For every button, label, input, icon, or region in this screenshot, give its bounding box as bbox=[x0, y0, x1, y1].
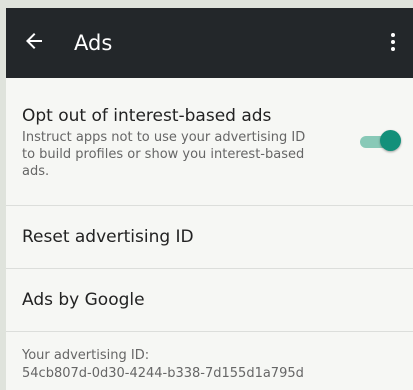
app-bar: Ads bbox=[6, 8, 413, 78]
page-title: Ads bbox=[74, 31, 113, 55]
reset-advertising-id-row[interactable]: Reset advertising ID bbox=[6, 206, 413, 269]
opt-out-setting-row[interactable]: Opt out of interest-based ads Instruct a… bbox=[6, 78, 413, 206]
more-vert-icon[interactable] bbox=[381, 30, 405, 54]
opt-out-summary: Instruct apps not to use your advertisin… bbox=[22, 130, 306, 179]
ads-by-google-row[interactable]: Ads by Google bbox=[6, 269, 413, 332]
advertising-id-value: 54cb807d-0d30-4244-b338-7d155d1a795d bbox=[22, 366, 304, 381]
ads-settings-screen: Ads Opt out of interest-based ads Instru… bbox=[6, 8, 413, 390]
ads-by-google-label: Ads by Google bbox=[22, 290, 145, 310]
opt-out-toggle[interactable] bbox=[360, 129, 401, 153]
opt-out-title: Opt out of interest-based ads bbox=[22, 106, 272, 126]
toggle-thumb bbox=[380, 130, 401, 151]
advertising-id-label: Your advertising ID: bbox=[22, 348, 150, 363]
advertising-id-row: Your advertising ID: 54cb807d-0d30-4244-… bbox=[6, 332, 413, 390]
reset-advertising-id-label: Reset advertising ID bbox=[22, 227, 194, 247]
back-arrow-icon[interactable] bbox=[22, 29, 46, 53]
